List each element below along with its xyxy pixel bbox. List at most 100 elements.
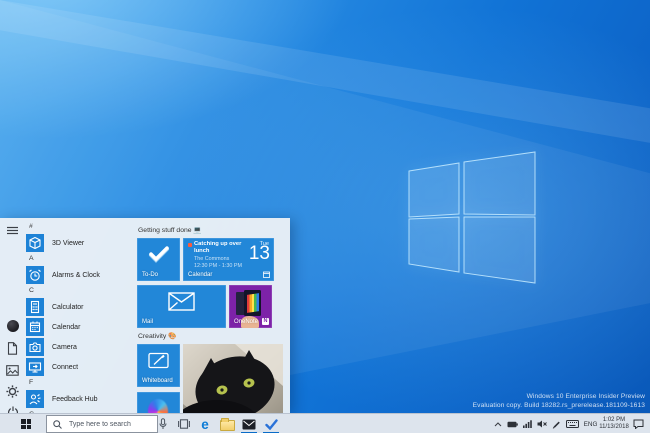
tile-whiteboard[interactable]: Whiteboard: [137, 344, 180, 387]
watermark-line2: Evaluation copy. Build 18282.rs_prerelea…: [472, 401, 645, 409]
app-label: 3D Viewer: [52, 239, 85, 247]
pictures-button[interactable]: [4, 362, 21, 379]
mail-icon: [242, 419, 256, 429]
todo-button[interactable]: [262, 414, 280, 433]
todo-check-icon: [264, 418, 278, 430]
tile-label: To-Do: [142, 272, 159, 278]
section-header[interactable]: #: [26, 221, 134, 233]
keyboard-icon: [565, 420, 579, 428]
app-item-calendar[interactable]: Calendar: [26, 317, 134, 337]
tile-todo[interactable]: To-Do: [137, 238, 180, 281]
calendar-event-location: The Commons: [194, 256, 230, 262]
camera-icon: [26, 338, 44, 356]
mail-envelope-icon: [137, 285, 226, 318]
clock[interactable]: 1:02 PM 11/13/2018: [599, 414, 629, 433]
app-item-calculator[interactable]: Calculator: [26, 297, 134, 317]
volume-status[interactable]: [535, 414, 549, 433]
tile-photos[interactable]: [183, 344, 283, 413]
tile-group-title: Creativity 🎨: [138, 333, 177, 340]
network-status[interactable]: [521, 414, 534, 433]
gear-icon: [6, 385, 19, 398]
calculator-icon: [26, 298, 44, 316]
app-label: Feedback Hub: [52, 395, 98, 403]
app-label: Calculator: [52, 303, 84, 311]
app-list: # 3D Viewer A Alarms & Clock C Calculato…: [26, 221, 134, 413]
onenote-mini-icon: N: [262, 318, 269, 325]
taskbar: e ENG: [0, 413, 650, 433]
section-header[interactable]: A: [26, 253, 134, 265]
onenote-photo-phone: [244, 290, 261, 316]
task-view-button[interactable]: [175, 414, 193, 433]
windows-start-icon: [21, 419, 31, 429]
hidden-icons-button[interactable]: [492, 414, 504, 433]
document-icon: [7, 342, 18, 355]
action-center-button[interactable]: [630, 414, 646, 433]
file-explorer-icon: [219, 418, 235, 431]
edge-button[interactable]: e: [196, 414, 214, 433]
cat-photo: [183, 344, 283, 413]
pen-icon: [552, 421, 560, 429]
volume-muted-icon: [537, 420, 547, 428]
windows-logo-wallpaper: [408, 151, 536, 284]
windows-desktop-screen: Windows 10 Enterprise Insider Preview Ev…: [0, 0, 650, 433]
power-icon: [7, 406, 18, 413]
touch-keyboard-button[interactable]: [564, 414, 580, 433]
file-explorer-button[interactable]: [218, 414, 236, 433]
pictures-icon: [6, 365, 19, 376]
app-label: Calendar: [52, 323, 81, 331]
app-item-connect[interactable]: Connect: [26, 357, 134, 377]
tile-calendar[interactable]: Catching up over lunch The Commons 12:30…: [183, 238, 274, 281]
battery-status[interactable]: [506, 414, 519, 433]
documents-button[interactable]: [4, 340, 21, 357]
todo-check-icon: [137, 238, 180, 271]
3d-viewer-icon: [26, 234, 44, 252]
app-label: Alarms & Clock: [52, 271, 100, 279]
settings-button[interactable]: [4, 383, 21, 400]
language-label: ENG: [583, 420, 598, 428]
tile-label: OneNote: [234, 319, 259, 325]
mail-button[interactable]: [240, 414, 258, 433]
start-button[interactable]: [18, 414, 34, 433]
edge-icon: e: [201, 416, 209, 432]
power-button[interactable]: [4, 403, 21, 413]
chevron-up-icon: [494, 421, 502, 426]
expand-menu-button[interactable]: [4, 222, 21, 239]
pen-settings[interactable]: [550, 414, 563, 433]
tile-mail[interactable]: Mail: [137, 285, 226, 328]
tile-label: Whiteboard: [142, 378, 173, 384]
user-account-button[interactable]: [4, 317, 21, 334]
start-menu: # 3D Viewer A Alarms & Clock C Calculato…: [0, 218, 290, 413]
tile-area: Getting stuff done 💻 To-Do Catching up o…: [137, 218, 289, 413]
tile-label: Calendar: [188, 272, 213, 278]
connect-icon: [26, 358, 44, 376]
user-avatar-icon: [6, 319, 19, 332]
section-header[interactable]: C: [26, 285, 134, 297]
battery-icon: [507, 421, 518, 427]
start-menu-rail: [0, 218, 25, 413]
search-icon: [53, 419, 62, 429]
app-item-alarms-clock[interactable]: Alarms & Clock: [26, 265, 134, 285]
alarm-clock-icon: [26, 266, 44, 284]
microphone-icon: [159, 418, 167, 429]
time-label: 1:02 PM: [602, 417, 626, 423]
language-indicator[interactable]: ENG: [582, 414, 599, 433]
task-view-icon: [178, 419, 190, 429]
calendar-event-title: Catching up over lunch: [194, 241, 242, 254]
paint3d-balloon-icon: [148, 399, 168, 413]
app-item-feedback-hub[interactable]: Feedback Hub: [26, 389, 134, 409]
section-header[interactable]: F: [26, 377, 134, 389]
tile-group-title: Getting stuff done 💻: [138, 227, 202, 234]
calendar-day-number: 13: [248, 243, 270, 264]
tile-paint3d[interactable]: [137, 392, 180, 413]
app-item-3d-viewer[interactable]: 3D Viewer: [26, 233, 134, 253]
action-center-icon: [633, 419, 643, 429]
cortana-mic-button[interactable]: [155, 414, 171, 433]
search-input[interactable]: [67, 419, 157, 429]
event-icon: [188, 243, 192, 247]
taskbar-search[interactable]: [46, 415, 158, 433]
app-item-camera[interactable]: Camera: [26, 337, 134, 357]
tile-label: Mail: [142, 319, 154, 325]
tile-onenote[interactable]: OneNote N: [229, 285, 272, 328]
date-label: 11/13/2018: [599, 424, 629, 430]
app-label: Camera: [52, 343, 77, 351]
